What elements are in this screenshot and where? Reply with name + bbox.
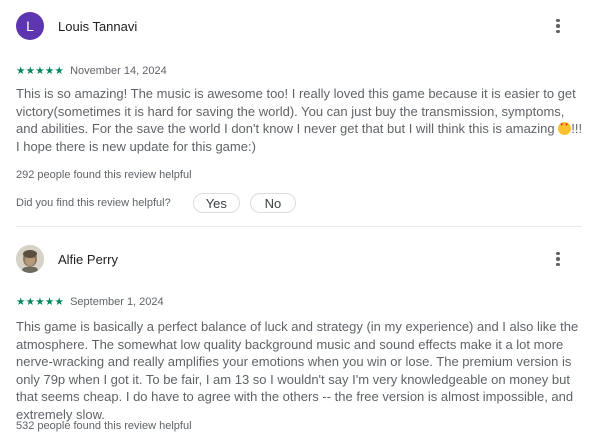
author-name: Alfie Perry — [58, 251, 118, 267]
helpful-question: Did you find this review helpful? — [16, 197, 171, 209]
rating-row: ★★★★★ September 1, 2024 — [16, 295, 164, 309]
author-name: Louis Tannavi — [58, 18, 138, 34]
helpful-no-button[interactable]: No — [249, 193, 296, 213]
helpful-yes-button[interactable]: Yes — [192, 193, 240, 213]
more-options-icon[interactable] — [548, 245, 568, 273]
review-date: September 1, 2024 — [70, 296, 164, 308]
star-rating: ★★★★★ — [16, 65, 65, 77]
heart-eyes-emoji-icon — [558, 122, 572, 135]
avatar-letter: L — [26, 18, 34, 34]
review-date: November 14, 2024 — [70, 65, 167, 77]
profile-photo-icon — [16, 245, 44, 273]
more-options-icon[interactable] — [548, 12, 568, 40]
star-rating: ★★★★★ — [16, 296, 65, 308]
divider — [16, 226, 582, 227]
avatar: L — [16, 12, 44, 40]
review-text-part: This is so amazing! The music is awesome… — [16, 86, 576, 136]
helpful-count: 292 people found this review helpful — [16, 169, 192, 181]
review-text: This is so amazing! The music is awesome… — [16, 85, 584, 155]
review-header: Alfie Perry — [16, 245, 118, 273]
helpful-feedback: Did you find this review helpful? Yes No — [16, 192, 306, 214]
rating-row: ★★★★★ November 14, 2024 — [16, 64, 167, 78]
helpful-count: 532 people found this review helpful — [16, 420, 192, 432]
avatar — [16, 245, 44, 273]
review-header: L Louis Tannavi — [16, 12, 137, 40]
review-text: This game is basically a perfect balance… — [16, 319, 579, 422]
